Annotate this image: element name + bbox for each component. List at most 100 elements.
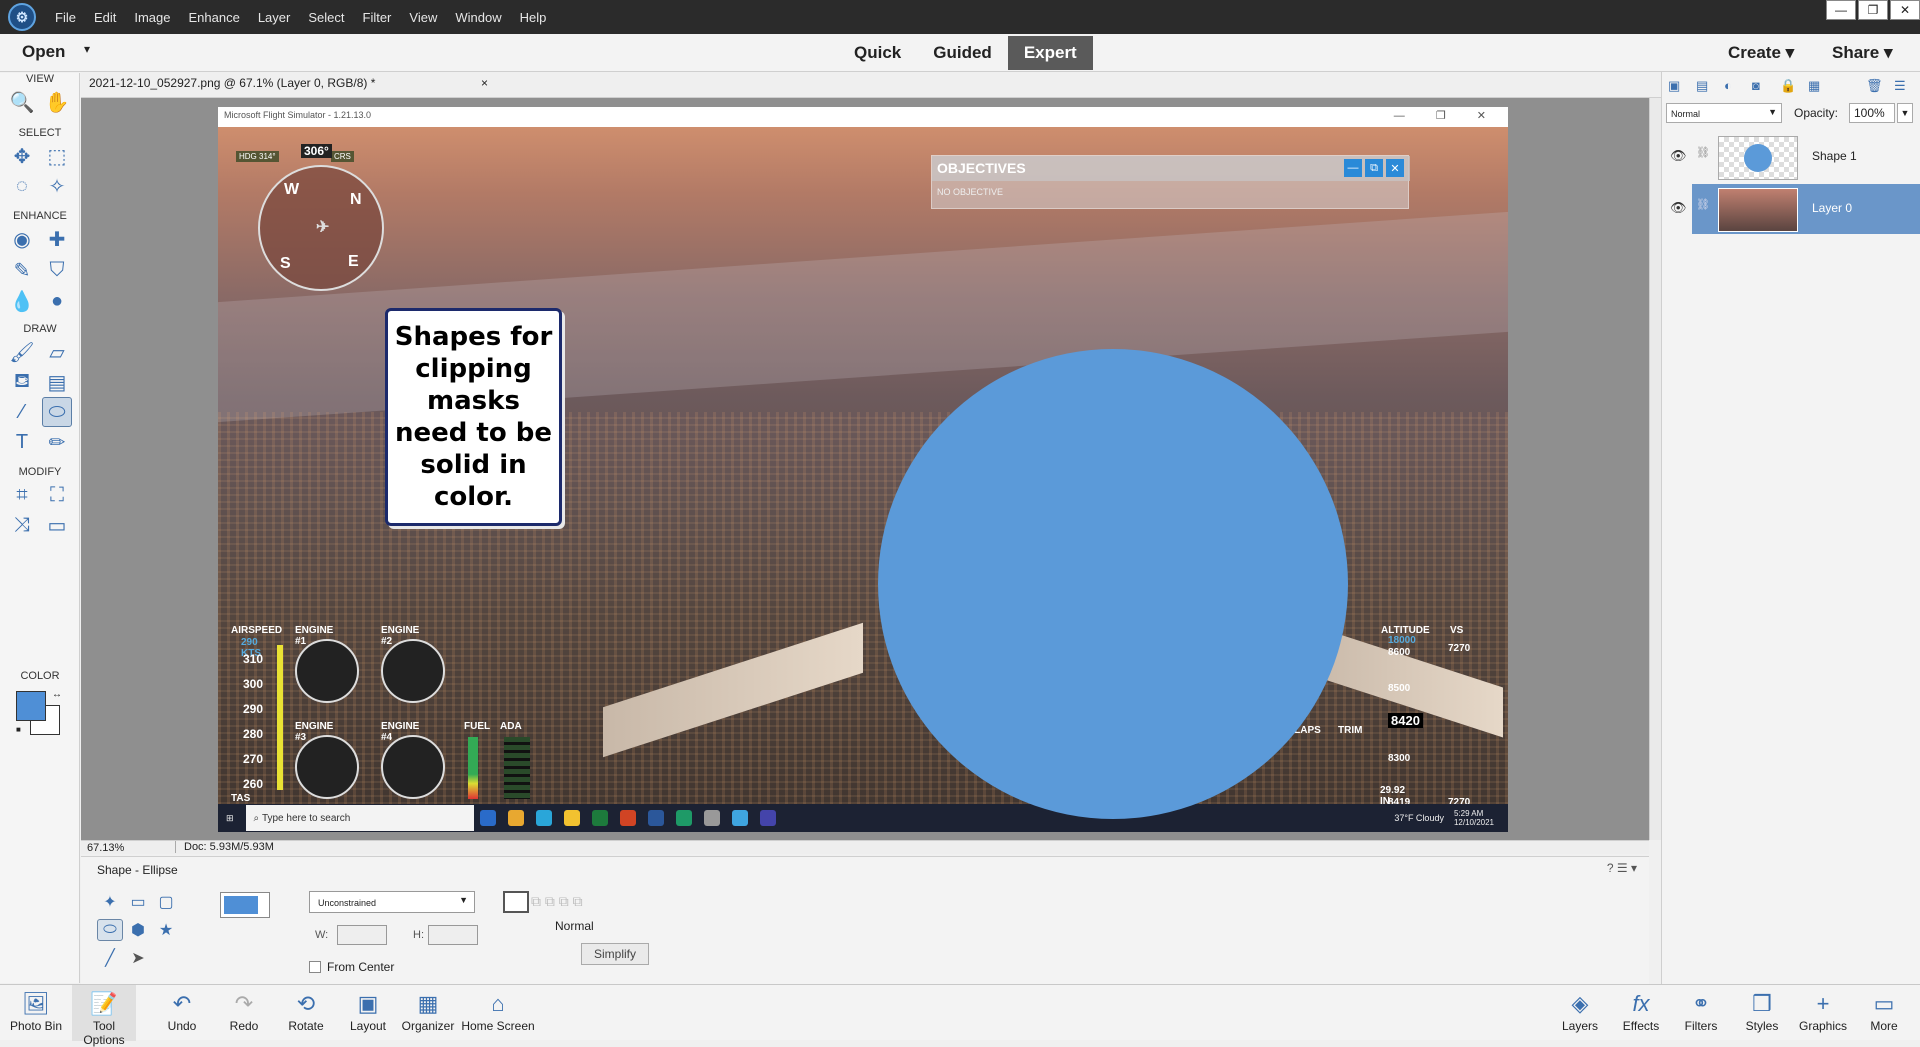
menu-layer[interactable]: Layer [249,10,300,25]
lock-transparency-icon[interactable]: ▦ [1808,78,1824,94]
taskbar-app-icon[interactable] [759,810,776,826]
taskbar-app-icon[interactable] [647,810,664,826]
layout-button[interactable]: ▣ Layout [336,985,400,1041]
custom-shape-icon[interactable]: ✦ [97,891,123,913]
taskbar-app-icon[interactable] [591,810,608,826]
constraint-dropdown[interactable]: Unconstrained ▼ [309,891,475,913]
line-shape-icon[interactable]: ╱ [97,947,123,969]
graphics-button[interactable]: + Graphics [1791,985,1855,1041]
new-group-icon[interactable]: ▤ [1696,78,1712,94]
hand-tool-icon[interactable]: ✋ [42,87,72,117]
vertical-scrollbar[interactable] [1649,98,1661,840]
taskbar-app-icon[interactable] [479,810,496,826]
crop-tool-icon[interactable]: ⌗ [7,480,37,510]
ellipse-shape-option-icon[interactable]: ⬭ [97,919,123,941]
open-button[interactable]: Open [22,42,65,62]
taskbar-app-icon[interactable] [703,810,720,826]
blur-tool-icon[interactable]: 💧 [7,286,37,316]
eyedropper-tool-icon[interactable]: ⁄ [7,397,37,427]
tab-guided[interactable]: Guided [917,36,1008,70]
from-center-checkbox[interactable]: From Center [309,960,394,974]
rectangle-shape-icon[interactable]: ▭ [125,891,151,913]
shape-combine-modes-icon[interactable]: ⧉ ⧉ ⧉ ⧉ [531,893,651,911]
pencil-tool-icon[interactable]: ✏ [42,427,72,457]
swap-colors-icon[interactable]: ↔ [52,689,62,700]
undo-button[interactable]: ↶ Undo [150,985,214,1041]
objectives-close-icon[interactable]: ✕ [1386,159,1404,177]
straighten-tool-icon[interactable]: ▭ [42,510,72,540]
layer-row-shape-1[interactable]: 👁 ⛓ Shape 1 [1670,132,1920,182]
close-window-button[interactable]: ✕ [1890,0,1920,20]
windows-start-icon[interactable]: ⊞ [226,813,234,824]
more-button[interactable]: ▭ More [1852,985,1916,1041]
zoom-readout[interactable]: 67.13% [87,842,124,854]
menu-help[interactable]: Help [511,10,556,25]
healing-tool-icon[interactable]: ✚ [42,224,72,254]
zoom-tool-icon[interactable]: 🔍 [7,87,37,117]
menu-edit[interactable]: Edit [85,10,125,25]
opacity-input[interactable]: 100% [1849,103,1895,123]
ellipse-shape[interactable] [878,349,1348,819]
height-input[interactable] [428,925,478,945]
tool-options-button[interactable]: 📝 Tool Options [72,985,136,1047]
menu-view[interactable]: View [400,10,446,25]
layer-row-layer-0[interactable]: 👁 ⛓ Layer 0 [1670,184,1920,234]
objectives-expand-icon[interactable]: ⧉ [1365,159,1383,177]
document-tab[interactable]: 2021-12-10_052927.png @ 67.1% (Layer 0, … [89,76,375,90]
menu-file[interactable]: File [46,10,85,25]
layers-button[interactable]: ◈ Layers [1548,985,1612,1041]
lasso-tool-icon[interactable]: ◌ [7,171,37,201]
canvas-area[interactable]: Microsoft Flight Simulator - 1.21.13.0 — … [81,98,1649,840]
share-button[interactable]: Share ▾ [1832,43,1893,63]
clone-stamp-tool-icon[interactable]: ⛉ [42,255,72,285]
close-document-icon[interactable]: × [481,76,488,90]
rotate-button[interactable]: ⟲ Rotate [274,985,338,1041]
minimize-button[interactable]: — [1826,0,1856,20]
taskbar-app-icon[interactable] [563,810,580,826]
eraser-tool-icon[interactable]: ▱ [42,337,72,367]
visibility-eye-icon[interactable]: 👁 [1670,148,1687,164]
marquee-tool-icon[interactable]: ⬚ [42,141,72,171]
menu-select[interactable]: Select [299,10,353,25]
tab-quick[interactable]: Quick [838,36,917,70]
menu-window[interactable]: Window [446,10,510,25]
taskbar-app-icon[interactable] [535,810,552,826]
redo-button[interactable]: ↷ Redo [212,985,276,1041]
brush-tool-icon[interactable]: 🖌 [7,337,37,367]
rounded-rectangle-shape-icon[interactable]: ▢ [153,891,179,913]
taskbar-app-icon[interactable] [507,810,524,826]
menu-enhance[interactable]: Enhance [180,10,249,25]
menu-image[interactable]: Image [125,10,179,25]
smart-brush-tool-icon[interactable]: ✎ [7,255,37,285]
new-layer-icon[interactable]: ▣ [1668,78,1684,94]
taskbar-search[interactable]: ⌕ Type here to search [245,805,474,831]
link-icon[interactable]: ⛓ [1696,146,1710,159]
create-button[interactable]: Create ▾ [1728,43,1794,63]
magic-wand-tool-icon[interactable]: ✧ [42,171,72,201]
new-shape-layer-icon[interactable] [503,891,529,913]
adjustment-layer-icon[interactable]: ◐ [1724,78,1740,94]
lock-all-icon[interactable]: 🔒 [1780,78,1796,94]
tool-options-help-icon[interactable]: ? ☰ ▾ [1607,861,1637,875]
content-aware-move-tool-icon[interactable]: ⤨ [7,510,37,540]
shape-color-picker[interactable] [220,892,270,918]
menu-filter[interactable]: Filter [354,10,401,25]
taskbar-app-icon[interactable] [675,810,692,826]
move-tool-icon[interactable]: ✥ [7,141,37,171]
shape-selection-icon[interactable]: ➤ [125,947,151,969]
open-dropdown-icon[interactable]: ▾ [84,42,90,56]
restore-button[interactable]: ❐ [1858,0,1888,20]
red-eye-tool-icon[interactable]: ◉ [7,224,37,254]
blend-mode-dropdown[interactable]: Normal ▼ [1666,103,1782,123]
opacity-dropdown-icon[interactable]: ▼ [1897,103,1913,123]
organizer-button[interactable]: ▦ Organizer [396,985,460,1041]
simplify-button[interactable]: Simplify [581,943,649,965]
recompose-tool-icon[interactable]: ⛶ [42,480,72,510]
layer-mask-icon[interactable]: ◙ [1752,78,1768,94]
foreground-color-swatch[interactable] [16,691,46,721]
styles-button[interactable]: ❒ Styles [1730,985,1794,1041]
home-screen-button[interactable]: ⌂ Home Screen [458,985,538,1041]
objectives-minimize-icon[interactable]: — [1344,159,1362,177]
effects-button[interactable]: fx Effects [1609,985,1673,1041]
link-icon[interactable]: ⛓ [1696,198,1710,211]
